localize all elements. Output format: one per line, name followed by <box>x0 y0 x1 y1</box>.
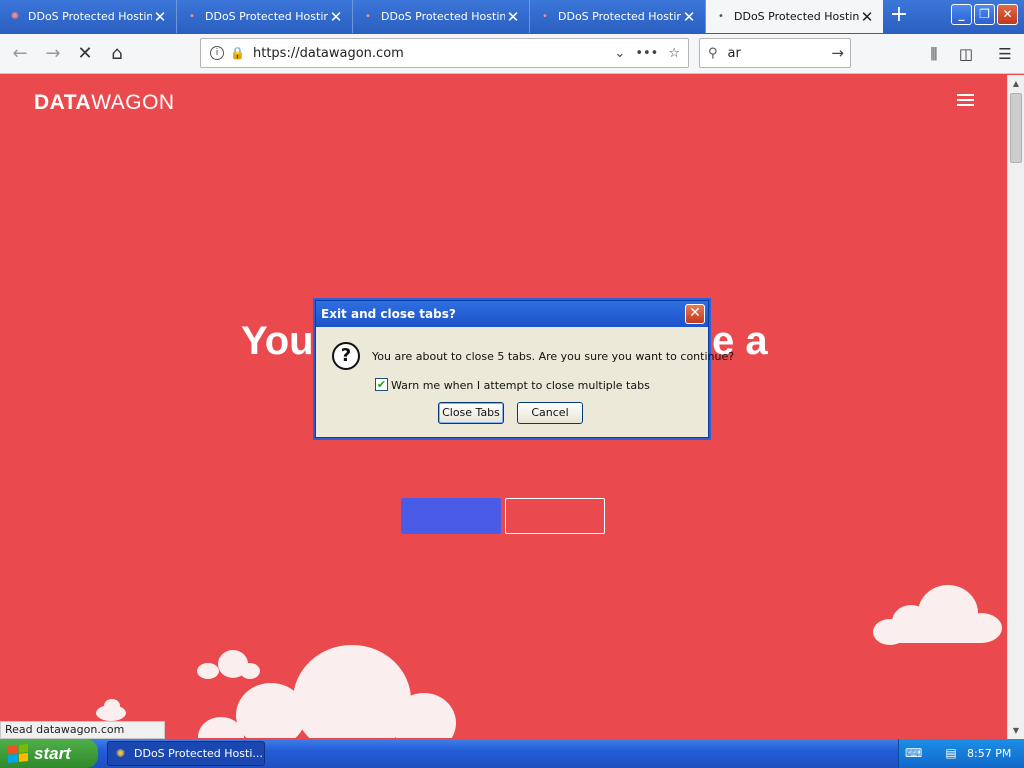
site-menu-icon[interactable] <box>957 94 974 106</box>
browser-tab[interactable]: • DDoS Protected Hosting ✕ <box>177 0 353 33</box>
dialog-close-icon[interactable]: ✕ <box>685 304 705 324</box>
taskbar-window-button[interactable]: ✺ DDoS Protected Hosti... <box>107 741 265 766</box>
start-button[interactable]: start <box>0 739 98 768</box>
close-tabs-dialog: Exit and close tabs? ✕ ? You are about t… <box>315 300 734 438</box>
sidebar-icon[interactable]: ◫ <box>954 42 978 66</box>
browser-tab-active[interactable]: • DDoS Protected Hosting ✕ <box>706 0 883 33</box>
window-controls: _ ❐ ✕ <box>951 4 1018 25</box>
network-icon[interactable]: ▤ <box>943 746 959 761</box>
status-bar: Read datawagon.com <box>0 721 165 739</box>
lock-icon: 🔒 <box>230 46 245 60</box>
page-actions-icon[interactable]: ••• <box>635 46 658 61</box>
navigation-toolbar: ← → ✕ ⌂ i 🔒 https://datawagon.com ⌄ ••• … <box>0 34 1024 74</box>
page-scrollbar[interactable]: ▲ ▼ <box>1007 75 1024 739</box>
restore-icon[interactable]: ❐ <box>974 4 995 25</box>
library-icon[interactable]: ⫼ <box>922 42 946 66</box>
new-tab-plus-icon[interactable]: + <box>886 4 912 28</box>
forward-arrow-icon[interactable]: → <box>39 40 67 68</box>
windows-logo-icon <box>8 743 28 764</box>
hero-secondary-button[interactable] <box>505 498 605 534</box>
scroll-thumb[interactable] <box>1010 93 1022 163</box>
bookmark-star-icon[interactable]: ☆ <box>668 46 680 61</box>
browser-tab[interactable]: • DDoS Protected Hosting ✕ <box>530 0 706 33</box>
stop-loading-icon[interactable]: ✕ <box>71 40 99 68</box>
search-input[interactable]: ar <box>728 46 832 61</box>
browser-tab[interactable]: • DDoS Protected Hosting ✕ <box>353 0 530 33</box>
close-tab-icon[interactable]: ✕ <box>328 8 344 26</box>
loading-icon: • <box>189 11 195 22</box>
system-tray: ⌨ ▤ 8:57 PM <box>898 739 1024 768</box>
keyboard-icon[interactable]: ⌨ <box>905 746 922 761</box>
search-icon: ⚲ <box>708 45 718 61</box>
hero-primary-button[interactable] <box>401 498 501 534</box>
dialog-title: Exit and close tabs? ✕ <box>316 301 708 327</box>
loading-icon: • <box>542 11 548 22</box>
minimize-icon[interactable]: _ <box>951 4 972 25</box>
warn-checkbox[interactable]: ✔ <box>375 378 388 391</box>
loading-icon: • <box>365 11 371 22</box>
menu-icon[interactable]: ☰ <box>993 42 1017 66</box>
close-tab-icon[interactable]: ✕ <box>681 8 697 26</box>
warn-checkbox-label[interactable]: Warn me when I attempt to close multiple… <box>391 379 650 392</box>
dialog-message: You are about to close 5 tabs. Are you s… <box>372 350 735 363</box>
site-favicon-icon: ✺ <box>10 11 20 22</box>
close-tab-icon[interactable]: ✕ <box>859 8 875 26</box>
site-info-icon[interactable]: i <box>210 46 224 60</box>
question-icon: ? <box>332 342 360 370</box>
scroll-up-arrow-icon[interactable]: ▲ <box>1008 75 1024 92</box>
clock[interactable]: 8:57 PM <box>967 739 1011 768</box>
search-bar[interactable]: ⚲ ar → <box>699 38 851 68</box>
cancel-button[interactable]: Cancel <box>517 402 583 424</box>
url-text[interactable]: https://datawagon.com <box>253 46 614 61</box>
close-tab-icon[interactable]: ✕ <box>505 8 521 26</box>
browser-tab[interactable]: ✺ DDoS Protected Hosting ✕ <box>0 0 177 33</box>
home-icon[interactable]: ⌂ <box>103 40 131 68</box>
close-tabs-button[interactable]: Close Tabs <box>438 402 504 424</box>
tab-strip: ✺ DDoS Protected Hosting ✕ • DDoS Protec… <box>0 0 1024 34</box>
firefox-app-icon: ✺ <box>116 747 126 760</box>
taskbar: start ✺ DDoS Protected Hosti... ⌨ ▤ 8:57… <box>0 739 1024 768</box>
close-window-icon[interactable]: ✕ <box>997 4 1018 25</box>
close-tab-icon[interactable]: ✕ <box>152 8 168 26</box>
url-dropdown-chevron-icon[interactable]: ⌄ <box>614 46 625 61</box>
loading-icon: • <box>718 11 724 22</box>
search-go-arrow-icon[interactable]: → <box>831 44 844 62</box>
back-arrow-icon[interactable]: ← <box>6 40 34 68</box>
url-bar[interactable]: i 🔒 https://datawagon.com ⌄ ••• ☆ <box>200 38 689 68</box>
scroll-down-arrow-icon[interactable]: ▼ <box>1008 722 1024 739</box>
site-logo[interactable]: DATAWAGON <box>34 91 175 115</box>
